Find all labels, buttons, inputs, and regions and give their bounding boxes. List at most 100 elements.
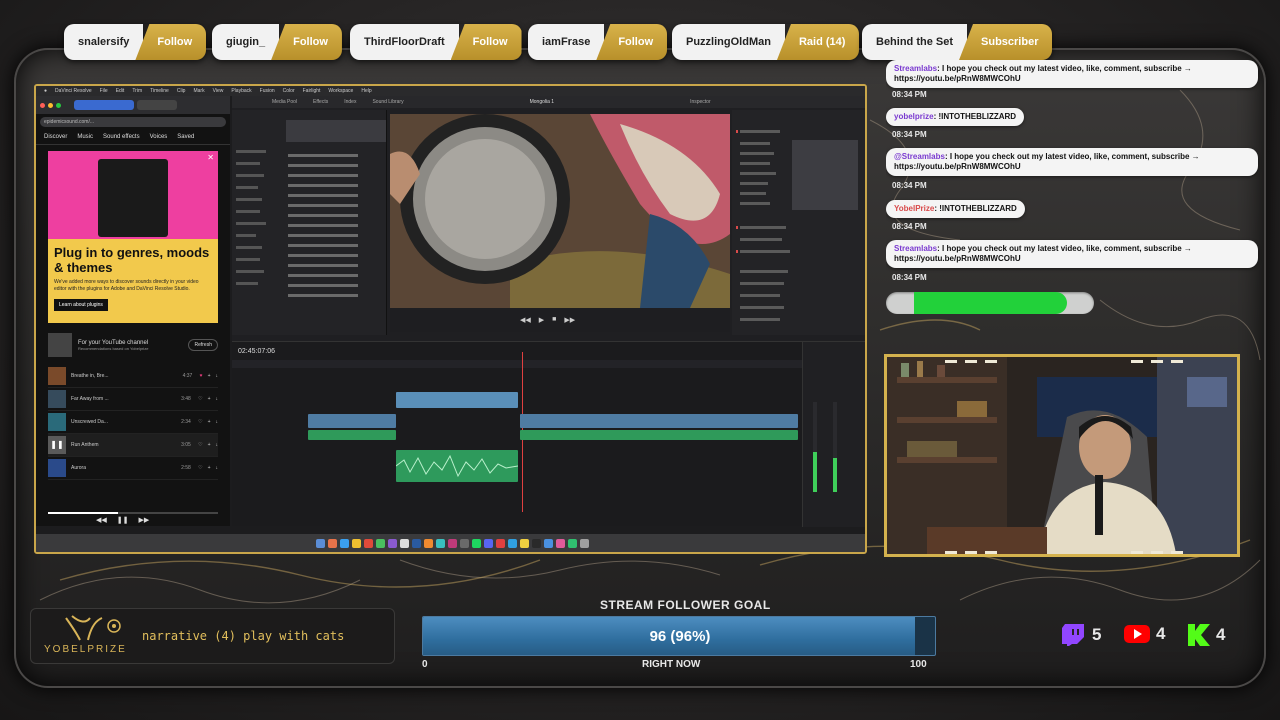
app-icon[interactable] <box>544 538 553 548</box>
stop-icon[interactable]: ■ <box>552 316 556 324</box>
add-icon[interactable]: + <box>208 373 211 379</box>
index-tab[interactable]: Index <box>344 99 356 105</box>
heart-icon[interactable]: ♡ <box>198 419 202 425</box>
nav-sound-effects[interactable]: Sound effects <box>103 134 140 140</box>
app-icon[interactable] <box>412 538 421 548</box>
inspector-tab[interactable]: Inspector <box>690 99 711 105</box>
discord-icon[interactable] <box>484 538 493 548</box>
yt-subtitle: Recommendations based on Yobelprize <box>78 345 149 351</box>
browser-tab[interactable] <box>74 100 134 110</box>
refresh-button[interactable]: Refresh <box>188 339 218 351</box>
add-icon[interactable]: + <box>208 419 211 425</box>
app-icon[interactable] <box>556 538 565 548</box>
add-icon[interactable]: + <box>208 465 211 471</box>
finder-icon[interactable] <box>316 538 325 548</box>
sound-library-tab[interactable]: Sound Library <box>372 99 403 105</box>
app-icon[interactable] <box>520 538 529 548</box>
previous-icon[interactable]: ◀◀ <box>96 516 107 524</box>
audio-clip[interactable] <box>520 430 798 440</box>
close-dot-icon[interactable] <box>40 102 45 108</box>
app-icon[interactable] <box>340 538 349 548</box>
brand-name: YOBELPRIZE <box>44 644 127 655</box>
app-icon[interactable] <box>328 538 337 548</box>
video-viewer[interactable] <box>390 114 730 308</box>
app-icon[interactable] <box>424 538 433 548</box>
mac-menu-item[interactable]: Edit <box>116 88 125 94</box>
effects-tab[interactable]: Effects <box>313 99 328 105</box>
video-clip[interactable] <box>308 414 396 428</box>
trash-icon[interactable] <box>580 538 589 548</box>
track-row[interactable]: Unscrewed Da... 2:34 ♡ + ↓ <box>48 411 218 434</box>
url-bar[interactable]: epidemicsound.com/... <box>40 117 226 127</box>
step-back-icon[interactable]: ◀◀ <box>520 316 531 324</box>
pause-icon[interactable]: ❚❚ <box>48 436 66 454</box>
nav-discover[interactable]: Discover <box>44 134 67 140</box>
nav-music[interactable]: Music <box>77 134 93 140</box>
chat-time: 08:34 PM <box>892 181 927 190</box>
play-icon[interactable]: ▶ <box>539 316 544 324</box>
add-icon[interactable]: + <box>208 442 211 448</box>
app-icon[interactable] <box>508 538 517 548</box>
nav-voices[interactable]: Voices <box>150 134 168 140</box>
alert-action: Raid (14) <box>776 24 860 60</box>
maximize-dot-icon[interactable] <box>56 102 61 108</box>
download-icon[interactable]: ↓ <box>216 396 219 402</box>
mac-menu-item[interactable]: Clip <box>177 88 186 94</box>
heart-icon[interactable]: ♥ <box>200 373 203 379</box>
track-row[interactable]: Aurora 2:58 ♡ + ↓ <box>48 457 218 480</box>
app-icon[interactable] <box>460 538 469 548</box>
edit-timeline[interactable]: 02:45:07:06 <box>232 341 865 527</box>
next-icon[interactable]: ▶▶ <box>139 516 150 524</box>
playback-progress[interactable] <box>48 512 218 514</box>
nav-saved[interactable]: Saved <box>177 134 194 140</box>
track-row[interactable]: ❚❚ Run Anthem 3:05 ♡ + ↓ <box>48 434 218 457</box>
app-icon[interactable] <box>436 538 445 548</box>
heart-icon[interactable]: ♡ <box>198 396 202 402</box>
app-icon[interactable] <box>568 538 577 548</box>
mac-menu-item[interactable]: Trim <box>132 88 142 94</box>
video-clip[interactable] <box>396 392 518 408</box>
mac-menu-item[interactable]: Playback <box>231 88 251 94</box>
step-forward-icon[interactable]: ▶▶ <box>564 316 575 324</box>
mac-menu-item[interactable]: Color <box>283 88 295 94</box>
download-icon[interactable]: ↓ <box>216 373 219 379</box>
track-row[interactable]: Far Away from ... 3:48 ♡ + ↓ <box>48 388 218 411</box>
app-icon[interactable] <box>448 538 457 548</box>
audio-clip[interactable] <box>308 430 396 440</box>
app-icon[interactable] <box>388 538 397 548</box>
pause-icon[interactable]: ❚❚ <box>117 516 129 524</box>
mac-menu-item[interactable]: File <box>100 88 108 94</box>
mac-menu-item[interactable]: Fusion <box>260 88 275 94</box>
resolve-icon[interactable] <box>532 538 541 548</box>
mac-menu-item[interactable]: Workspace <box>328 88 353 94</box>
media-pool-tab[interactable]: Media Pool <box>272 99 297 105</box>
app-icon[interactable] <box>376 538 385 548</box>
media-thumbnails[interactable] <box>286 120 386 142</box>
audio-clip[interactable] <box>395 450 519 482</box>
close-icon[interactable]: ✕ <box>207 153 214 162</box>
mac-menu-item[interactable]: DaVinci Resolve <box>55 88 92 94</box>
minimize-dot-icon[interactable] <box>48 102 53 108</box>
video-clip[interactable] <box>520 414 798 428</box>
app-icon[interactable] <box>352 538 361 548</box>
heart-icon[interactable]: ♡ <box>198 465 202 471</box>
mac-menu-item[interactable]: Timeline <box>150 88 169 94</box>
download-icon[interactable]: ↓ <box>216 419 219 425</box>
app-icon[interactable] <box>400 538 409 548</box>
download-icon[interactable]: ↓ <box>216 465 219 471</box>
learn-plugins-button[interactable]: Learn about plugins <box>54 299 108 311</box>
add-icon[interactable]: + <box>208 396 211 402</box>
mac-menu-item[interactable]: View <box>213 88 224 94</box>
time-ruler[interactable] <box>232 360 865 368</box>
mac-menu-item[interactable]: Help <box>361 88 371 94</box>
download-icon[interactable]: ↓ <box>216 442 219 448</box>
heart-icon[interactable]: ♡ <box>198 442 202 448</box>
app-icon[interactable] <box>364 538 373 548</box>
spotify-icon[interactable] <box>472 538 481 548</box>
screen-capture: ● DaVinci Resolve File Edit Trim Timelin… <box>34 84 867 554</box>
mac-menu-item[interactable]: Mark <box>193 88 204 94</box>
mac-menu-item[interactable]: Fairlight <box>303 88 321 94</box>
app-icon[interactable] <box>496 538 505 548</box>
track-row[interactable]: Breathe in, Bre... 4:37 ♥ + ↓ <box>48 365 218 388</box>
browser-tab[interactable] <box>137 100 177 110</box>
